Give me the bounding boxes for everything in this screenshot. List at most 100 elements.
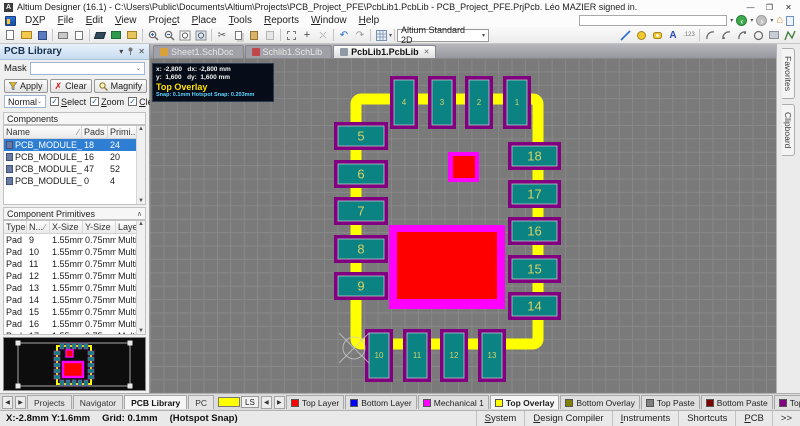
pad-16-number[interactable]: 16 [527, 224, 541, 239]
panel-tab-projects[interactable]: Projects [27, 395, 72, 409]
doc-tab-schlib1.schlib[interactable]: Schlib1.SchLib [245, 45, 333, 58]
pad-5-number[interactable]: 5 [357, 129, 364, 144]
component-row[interactable]: PCB_MODULE_LORA4752 [4, 163, 136, 175]
layer-tab-bottom-layer[interactable]: Bottom Layer [345, 395, 417, 409]
pad-8-number[interactable]: 8 [357, 242, 364, 257]
apply-button[interactable]: Apply [4, 79, 48, 93]
panel-tab-pc[interactable]: PC [188, 395, 214, 409]
component-icon[interactable] [108, 28, 124, 42]
zoom-selected-icon[interactable] [193, 28, 209, 42]
pad-10-number[interactable]: 10 [375, 351, 384, 360]
menu-tools[interactable]: Tools [223, 15, 258, 26]
status-shortcuts[interactable]: Shortcuts [678, 411, 735, 426]
footprint-preview[interactable] [3, 337, 146, 391]
primitive-row[interactable]: Pad111.55mm0.75mmMultiLay [4, 258, 136, 270]
pad-2-number[interactable]: 2 [477, 98, 482, 107]
pad-15-number[interactable]: 15 [527, 262, 541, 277]
pcb-editor-canvas[interactable]: 432156789181716151410111213 x: -2,800 dx… [150, 58, 776, 393]
large-region[interactable] [397, 232, 497, 299]
column-number[interactable]: N...∕ [27, 221, 50, 233]
menu-help[interactable]: Help [353, 15, 386, 26]
checkbox-select[interactable]: ✓Select [50, 97, 86, 107]
new-document-icon[interactable] [2, 28, 18, 42]
side-tab-clipboard[interactable]: Clipboard [782, 104, 795, 156]
open-icon[interactable] [18, 28, 34, 42]
layer-tab-mechanical-1[interactable]: Mechanical 1 [418, 395, 489, 409]
menu-window[interactable]: Window [305, 15, 353, 26]
pad-14-number[interactable]: 14 [527, 299, 541, 314]
tab-close-icon[interactable]: ✕ [424, 48, 430, 56]
menu-edit[interactable]: Edit [80, 15, 109, 26]
back-dropdown-icon[interactable]: ▾ [750, 17, 753, 24]
move-icon[interactable]: + [299, 28, 315, 42]
copy-icon[interactable] [230, 28, 246, 42]
menu-dxp[interactable]: DXP [19, 15, 52, 26]
pad-11-number[interactable]: 11 [413, 351, 422, 360]
status-system[interactable]: System [476, 411, 525, 426]
collapse-icon[interactable]: ∧ [137, 210, 142, 218]
paste-special-icon[interactable] [262, 28, 278, 42]
primitive-row[interactable]: Pad91.55mm0.75mmMultiLay [4, 234, 136, 246]
arc-tool-icon[interactable] [633, 28, 649, 42]
primitive-row[interactable]: Pad121.55mm0.75mmMultiLay [4, 270, 136, 282]
component-row[interactable]: PCB_MODULE_BLUETOO1824 [4, 139, 136, 151]
pad-1-number[interactable]: 1 [515, 98, 520, 107]
home-icon[interactable]: ⌂ [776, 15, 783, 26]
undo-icon[interactable]: ↶ [336, 28, 352, 42]
primitive-row[interactable]: Pad151.55mm0.75mmMultiLay [4, 306, 136, 318]
pad-6-number[interactable]: 6 [357, 167, 364, 182]
minimize-button[interactable]: — [741, 1, 760, 14]
pad-9-number[interactable]: 9 [357, 279, 364, 294]
back-icon[interactable]: ‹ [736, 15, 747, 26]
document-icon[interactable] [786, 16, 794, 26]
checkbox-zoom[interactable]: ✓Zoom [90, 97, 124, 107]
dimension-tool-icon[interactable]: .123 [681, 28, 697, 42]
zoom-region-icon[interactable] [177, 28, 193, 42]
pad-3-number[interactable]: 3 [440, 98, 445, 107]
print-preview-icon[interactable] [71, 28, 87, 42]
mask-combo[interactable]: ⌄ [30, 62, 145, 75]
offset-icon[interactable]: ⤬ [315, 28, 331, 42]
pad-18-number[interactable]: 18 [527, 149, 541, 164]
forward-icon[interactable]: › [756, 15, 767, 26]
column-name[interactable]: Name∕ [4, 126, 82, 138]
layer-tab-bottom-overlay[interactable]: Bottom Overlay [560, 395, 640, 409]
redo-icon[interactable]: ↷ [352, 28, 368, 42]
current-layer-swatch[interactable] [218, 397, 240, 407]
component-row[interactable]: PCB_MODULE_GPS1620 [4, 151, 136, 163]
maximize-button[interactable]: ❐ [760, 1, 779, 14]
small-region[interactable] [453, 156, 475, 178]
primitives-scrollbar[interactable]: ▲▼ [136, 221, 145, 334]
column-primitives[interactable]: Primi... [108, 126, 136, 138]
menu-project[interactable]: Project [142, 15, 185, 26]
save-icon[interactable] [34, 28, 50, 42]
pad-12-number[interactable]: 12 [450, 351, 459, 360]
forward-dropdown-icon[interactable]: ▾ [770, 17, 773, 24]
clear-button[interactable]: ✗ Clear [50, 79, 92, 93]
column-pads[interactable]: Pads [82, 126, 108, 138]
panel-tab-pcb-library[interactable]: PCB Library [124, 395, 187, 409]
status-design-compiler[interactable]: Design Compiler [524, 411, 611, 426]
layer-tab-top-solder[interactable]: Top Solder [774, 395, 800, 409]
column-layer[interactable]: Layer [116, 221, 136, 233]
room-tool-icon[interactable] [766, 28, 782, 42]
print-icon[interactable] [55, 28, 71, 42]
pad-4-number[interactable]: 4 [402, 98, 407, 107]
board-view-icon[interactable] [92, 28, 108, 42]
layer-tab-top-paste[interactable]: Top Paste [641, 395, 700, 409]
panel-tabs-scroll-right-icon[interactable]: ▶ [15, 396, 26, 409]
string-tool-icon[interactable]: A [665, 28, 681, 42]
layer-tab-top-overlay[interactable]: Top Overlay [490, 395, 560, 409]
layer-tab-bottom-paste[interactable]: Bottom Paste [701, 395, 773, 409]
pad-tool-icon[interactable] [649, 28, 665, 42]
doc-tab-sheet1.schdoc[interactable]: Sheet1.SchDoc [153, 45, 244, 58]
column-x-size[interactable]: X-Size [50, 221, 83, 233]
menu-view[interactable]: View [109, 15, 143, 26]
nav-input-dropdown-icon[interactable]: ▾ [730, 17, 733, 24]
layers-scroll-left-icon[interactable]: ◀ [261, 396, 272, 409]
doc-tab-pcblib1.pcblib[interactable]: PcbLib1.PcbLib✕ [333, 45, 436, 58]
grid-dropdown-icon[interactable]: ▾ [389, 32, 392, 39]
navigation-input[interactable] [579, 15, 727, 26]
primitive-row[interactable]: Pad141.55mm0.75mmMultiLay [4, 294, 136, 306]
pad-17-number[interactable]: 17 [527, 187, 541, 202]
